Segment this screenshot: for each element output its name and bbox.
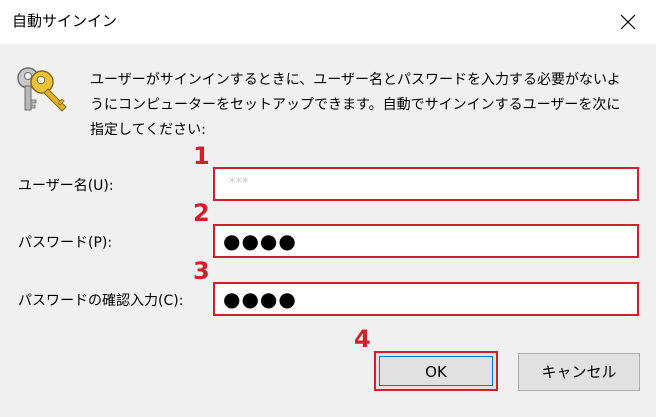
confirm-password-input[interactable]: ●●●● <box>213 282 639 316</box>
close-button[interactable] <box>608 2 648 42</box>
cancel-button[interactable]: キャンセル <box>518 353 640 391</box>
keys-icon <box>17 67 67 112</box>
ok-button[interactable]: OK <box>374 351 498 391</box>
step-number-2: 2 <box>193 199 210 227</box>
password-label: パスワード(P): <box>18 235 113 251</box>
title-bar: 自動サインイン <box>0 0 656 44</box>
username-input[interactable]: *** <box>213 167 639 201</box>
close-icon <box>620 14 636 30</box>
description-text: ユーザーがサインインするときに、ユーザー名とパスワードを入力する必要がないように… <box>90 72 621 138</box>
step-number-3: 3 <box>193 257 210 285</box>
ok-button-label: OK <box>379 356 493 386</box>
window-title: 自動サインイン <box>12 12 118 30</box>
auto-signin-dialog: 自動サインイン ユーザーがサインインするときに、ユーザー名とパスワードを入力する… <box>0 0 656 417</box>
username-label: ユーザー名(U): <box>18 178 114 194</box>
confirm-password-label: パスワードの確認入力(C): <box>18 293 184 309</box>
password-input[interactable]: ●●●● <box>213 224 639 258</box>
step-number-4: 4 <box>354 325 371 353</box>
step-number-1: 1 <box>193 142 210 170</box>
